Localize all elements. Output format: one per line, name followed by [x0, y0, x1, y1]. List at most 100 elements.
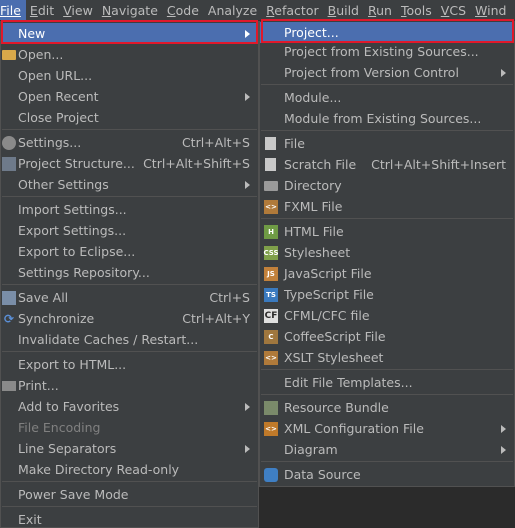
coffeescript-file-icon: C: [264, 329, 278, 344]
file-menu-power-save[interactable]: Power Save Mode: [1, 484, 258, 505]
file-menu-open[interactable]: Open...: [1, 44, 258, 65]
new-label: New: [18, 26, 46, 41]
file-menu-import-settings[interactable]: Import Settings...: [1, 199, 258, 220]
file-menu-exit[interactable]: Exit: [1, 509, 258, 528]
folder-icon: [264, 180, 278, 191]
file-menu-settings-repository[interactable]: Settings Repository...: [1, 262, 258, 283]
synchronize-shortcut: Ctrl+Alt+Y: [182, 311, 250, 326]
directory-label: Directory: [284, 178, 342, 193]
export-settings-label: Export Settings...: [18, 223, 127, 238]
new-resource-bundle[interactable]: Resource Bundle: [260, 397, 514, 418]
file-menu-invalidate-caches[interactable]: Invalidate Caches / Restart...: [1, 329, 258, 350]
edit-file-templates-label: Edit File Templates...: [284, 375, 413, 390]
export-html-label: Export to HTML...: [18, 357, 127, 372]
stylesheet-label: Stylesheet: [284, 245, 351, 260]
file-menu-export-html[interactable]: Export to HTML...: [1, 354, 258, 375]
new-scratch-file[interactable]: Scratch File Ctrl+Alt+Shift+Insert: [260, 154, 514, 175]
menu-build[interactable]: Build: [324, 0, 364, 20]
new-module-existing[interactable]: Module from Existing Sources...: [260, 108, 514, 129]
menu-separator: [2, 196, 257, 197]
menu-code[interactable]: Code: [163, 0, 204, 20]
new-submenu: Project... Project from Existing Sources…: [259, 21, 515, 487]
file-menu-synchronize[interactable]: ⟳ Synchronize Ctrl+Alt+Y: [1, 308, 258, 329]
new-project[interactable]: Project...: [260, 22, 514, 43]
file-menu-settings[interactable]: Settings... Ctrl+Alt+S: [1, 132, 258, 153]
file-menu-close-project[interactable]: Close Project: [1, 107, 258, 128]
new-data-source[interactable]: Data Source: [260, 464, 514, 485]
menu-tools-label: Tools: [400, 2, 432, 18]
new-coffeescript-file[interactable]: C CoffeeScript File: [260, 326, 514, 347]
new-javascript-file[interactable]: JS JavaScript File: [260, 263, 514, 284]
menu-file[interactable]: File: [0, 0, 26, 20]
menu-refactor[interactable]: Refactor: [262, 0, 323, 20]
fxml-file-icon: <>: [264, 199, 278, 214]
menu-run[interactable]: Run: [364, 0, 397, 20]
menu-navigate-label: Navigate: [101, 2, 158, 18]
new-edit-file-templates[interactable]: Edit File Templates...: [260, 372, 514, 393]
mnemonic-letter: R: [266, 2, 275, 18]
coffeescript-file-label: CoffeeScript File: [284, 329, 386, 344]
menu-edit[interactable]: Edit: [26, 0, 59, 20]
power-save-label: Power Save Mode: [18, 487, 129, 502]
invalidate-caches-label: Invalidate Caches / Restart...: [18, 332, 199, 347]
menu-vcs-label: VCS: [440, 2, 467, 18]
file-menu-file-encoding: File Encoding: [1, 417, 258, 438]
new-fxml-file[interactable]: <> FXML File: [260, 196, 514, 217]
add-favorites-label: Add to Favorites: [18, 399, 120, 414]
html-file-icon: H: [264, 224, 278, 239]
file-menu-new[interactable]: New: [1, 23, 258, 44]
new-project-vcs[interactable]: Project from Version Control: [260, 62, 514, 83]
other-settings-label: Other Settings: [18, 177, 109, 192]
export-eclipse-label: Export to Eclipse...: [18, 244, 136, 259]
menu-analyze[interactable]: Analyze: [204, 0, 262, 20]
menu-view[interactable]: View: [59, 0, 98, 20]
new-directory[interactable]: Directory: [260, 175, 514, 196]
mnemonic-letter: N: [101, 2, 112, 18]
new-xslt-stylesheet[interactable]: <> XSLT Stylesheet: [260, 347, 514, 368]
menu-window[interactable]: Wind: [471, 0, 511, 20]
file-menu-export-eclipse[interactable]: Export to Eclipse...: [1, 241, 258, 262]
settings-label: Settings...: [18, 135, 82, 150]
new-cfml-file[interactable]: CF CFML/CFC file: [260, 305, 514, 326]
menu-separator: [261, 218, 513, 219]
exit-label: Exit: [18, 512, 42, 527]
new-stylesheet[interactable]: CSS Stylesheet: [260, 242, 514, 263]
file-encoding-label: File Encoding: [18, 420, 101, 435]
file-icon: [265, 137, 276, 150]
submenu-arrow-icon: [245, 402, 250, 411]
menu-separator: [2, 284, 257, 285]
file-menu-make-readonly[interactable]: Make Directory Read-only: [1, 459, 258, 480]
menu-vcs[interactable]: VCS: [437, 0, 471, 20]
close-project-label: Close Project: [18, 110, 99, 125]
file-menu-save-all[interactable]: Save All Ctrl+S: [1, 287, 258, 308]
new-diagram[interactable]: Diagram: [260, 439, 514, 460]
new-html-file[interactable]: H HTML File: [260, 221, 514, 242]
settings-shortcut: Ctrl+Alt+S: [181, 135, 250, 150]
file-menu-open-recent[interactable]: Open Recent: [1, 86, 258, 107]
new-module[interactable]: Module...: [260, 87, 514, 108]
mnemonic-letter: F: [0, 2, 7, 18]
file-menu-other-settings[interactable]: Other Settings: [1, 174, 258, 195]
submenu-arrow-icon: [245, 180, 250, 189]
resource-bundle-label: Resource Bundle: [284, 400, 389, 415]
file-menu-project-structure[interactable]: Project Structure... Ctrl+Alt+Shift+S: [1, 153, 258, 174]
file-menu: New Open... Open URL... Open Recent Clos…: [0, 21, 259, 528]
diagram-label: Diagram: [284, 442, 338, 457]
print-label: Print...: [18, 378, 59, 393]
new-file[interactable]: File: [260, 133, 514, 154]
resource-bundle-icon: [264, 400, 278, 415]
new-typescript-file[interactable]: TS TypeScript File: [260, 284, 514, 305]
settings-repository-label: Settings Repository...: [18, 265, 150, 280]
menu-navigate[interactable]: Navigate: [98, 0, 163, 20]
new-project-existing[interactable]: Project from Existing Sources...: [260, 41, 514, 62]
submenu-arrow-icon: [501, 445, 506, 454]
new-xml-configuration[interactable]: <> XML Configuration File: [260, 418, 514, 439]
file-menu-add-favorites[interactable]: Add to Favorites: [1, 396, 258, 417]
file-menu-open-url[interactable]: Open URL...: [1, 65, 258, 86]
file-menu-print[interactable]: Print...: [1, 375, 258, 396]
menu-tools[interactable]: Tools: [397, 0, 437, 20]
save-icon: [2, 290, 16, 305]
file-menu-line-separators[interactable]: Line Separators: [1, 438, 258, 459]
file-menu-export-settings[interactable]: Export Settings...: [1, 220, 258, 241]
data-source-label: Data Source: [284, 467, 361, 482]
